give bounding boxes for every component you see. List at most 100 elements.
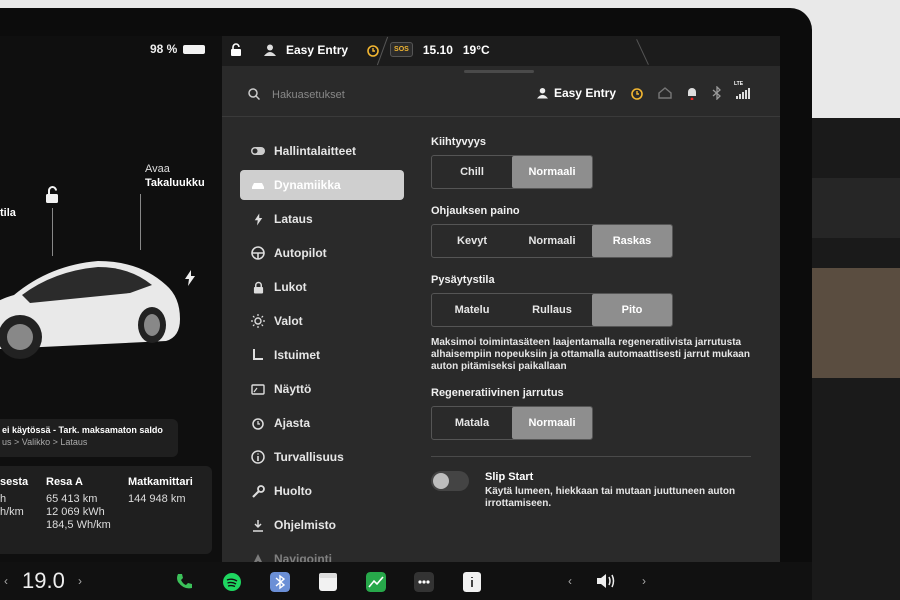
settings-panel: Hakuasetukset Easy Entry LTE Hallintalai… <box>222 66 780 562</box>
steering-wheel-icon <box>250 245 266 261</box>
volume-down-chevron-icon[interactable]: ‹ <box>568 574 572 588</box>
acceleration-option-chill[interactable]: Chill <box>432 156 512 188</box>
slip-start-row: Slip Start Käytä lumeen, hiekkaan tai mu… <box>431 469 761 519</box>
wrench-icon <box>250 483 266 499</box>
spotify-icon[interactable] <box>222 572 242 592</box>
steering-option-normal[interactable]: Normaali <box>512 225 592 257</box>
section-divider <box>431 456 751 457</box>
nav-item-controls[interactable]: Hallintalaitteet <box>240 136 404 166</box>
charging-notice[interactable]: ei käytössä - Tark. maksamaton saldo us … <box>0 419 178 457</box>
nav-item-service[interactable]: Huolto <box>240 476 404 506</box>
homelink-icon[interactable] <box>658 87 672 99</box>
nav-label: Ohjelmisto <box>274 518 337 532</box>
trip-col3-value: 144 948 km <box>128 493 186 505</box>
nav-item-lights[interactable]: Valot <box>240 306 404 336</box>
temperature-setting[interactable]: 19.0 <box>22 568 65 594</box>
steering-option-light[interactable]: Kevyt <box>432 225 512 257</box>
stopping-mode-description: Maksimoi toimintasäteen laajentamalla re… <box>431 337 750 372</box>
regen-braking-selector: Matala Normaali <box>431 406 593 440</box>
settings-search-input[interactable]: Hakuasetukset <box>272 89 345 101</box>
car-panel: 98 % Avaa Takaluukku tila ei käytössä - … <box>0 36 222 562</box>
trip-col2-value: 65 413 km <box>46 493 98 505</box>
battery-status: 98 % <box>150 42 206 56</box>
profile-name[interactable]: Easy Entry <box>286 43 348 57</box>
unlock-icon[interactable] <box>44 186 60 204</box>
slip-start-title: Slip Start <box>485 471 534 483</box>
open-trunk-button[interactable]: Avaa Takaluukku <box>145 162 205 190</box>
manual-icon[interactable] <box>462 572 482 592</box>
search-icon[interactable] <box>248 88 260 100</box>
header-profile-name: Easy Entry <box>553 86 616 100</box>
bluetooth-app-icon[interactable] <box>270 572 290 592</box>
bluetooth-icon[interactable] <box>712 86 722 100</box>
calendar-icon[interactable] <box>318 572 338 592</box>
charge-port-icon[interactable] <box>184 270 196 286</box>
trip-col1-value: h/km <box>0 506 24 518</box>
regen-option-low[interactable]: Matala <box>432 407 512 439</box>
car-icon <box>250 177 266 193</box>
nav-item-seats[interactable]: Istuimet <box>240 340 404 370</box>
header-profile[interactable]: Easy Entry <box>536 86 616 100</box>
seat-icon <box>250 347 266 363</box>
slip-start-description: Käytä lumeen, hiekkaan tai mutaan juuttu… <box>485 486 736 509</box>
steering-option-heavy[interactable]: Raskas <box>592 225 672 257</box>
chevron-left-icon[interactable]: ‹ <box>4 574 8 588</box>
nav-item-display[interactable]: Näyttö <box>240 374 404 404</box>
nav-item-autopilot[interactable]: Autopilot <box>240 238 404 268</box>
stopping-option-creep[interactable]: Matelu <box>432 294 512 326</box>
open-trunk-label-2: Takaluukku <box>145 177 205 189</box>
settings-nav: Hallintalaitteet Dynamiikka Lataus Autop… <box>240 136 404 562</box>
touchscreen: 98 % Avaa Takaluukku tila ei käytössä - … <box>0 36 780 562</box>
car-image <box>0 261 180 359</box>
alarm-clock-icon[interactable] <box>366 43 380 57</box>
lock-status-icon[interactable] <box>230 43 242 56</box>
nav-label: Huolto <box>274 484 312 498</box>
sos-button[interactable]: SOS <box>390 42 413 57</box>
lock-icon <box>250 279 266 295</box>
dashboard-trim <box>812 118 900 600</box>
volume-up-chevron-icon[interactable]: › <box>642 574 646 588</box>
nav-item-schedule[interactable]: Ajasta <box>240 408 404 438</box>
toggle-icon <box>250 143 266 159</box>
alarm-icon <box>250 415 266 431</box>
phone-icon[interactable] <box>174 572 194 592</box>
battery-icon <box>183 44 206 54</box>
slip-start-toggle[interactable] <box>431 471 469 491</box>
profile-icon[interactable] <box>264 44 276 56</box>
energy-app-icon[interactable] <box>366 572 386 592</box>
acceleration-option-normal[interactable]: Normaali <box>512 156 592 188</box>
trip-card[interactable]: sesta h h/km Resa A 65 413 km 12 069 kWh… <box>0 466 212 554</box>
trip-col3-header: Matkamittari <box>128 476 193 488</box>
trip-col2-value: 12 069 kWh <box>46 506 105 518</box>
alarm-clock-icon[interactable] <box>630 86 644 100</box>
battery-percent: 98 % <box>150 42 178 56</box>
nav-item-navigation[interactable]: Navigointi <box>240 544 404 562</box>
nav-item-locks[interactable]: Lukot <box>240 272 404 302</box>
nav-label: Autopilot <box>274 246 327 260</box>
chevron-right-icon[interactable]: › <box>78 574 82 588</box>
nav-item-software[interactable]: Ohjelmisto <box>240 510 404 540</box>
more-apps-icon[interactable] <box>414 572 434 592</box>
open-frunk-button[interactable]: tila <box>0 206 16 220</box>
nav-label: Dynamiikka <box>274 178 341 192</box>
nav-label: Istuimet <box>274 348 321 362</box>
panel-drag-handle[interactable] <box>464 70 534 73</box>
bottom-dock: ‹ 19.0 › ‹ › <box>0 562 812 600</box>
sun-icon <box>250 313 266 329</box>
nav-label: Valot <box>274 314 303 328</box>
nav-item-safety[interactable]: Turvallisuus <box>240 442 404 472</box>
acceleration-selector: Chill Normaali <box>431 155 593 189</box>
regen-option-normal[interactable]: Normaali <box>512 407 592 439</box>
stopping-option-hold[interactable]: Pito <box>592 294 672 326</box>
nav-label: Hallintalaitteet <box>274 144 357 158</box>
stopping-option-roll[interactable]: Rullaus <box>512 294 592 326</box>
notification-bell-icon[interactable] <box>686 86 698 100</box>
lte-label: LTE <box>734 81 744 87</box>
trip-col1-value: h <box>0 493 7 505</box>
nav-label: Näyttö <box>274 382 312 396</box>
volume-icon[interactable] <box>596 572 618 590</box>
nav-item-charging[interactable]: Lataus <box>240 204 404 234</box>
nav-item-dynamics[interactable]: Dynamiikka <box>240 170 404 200</box>
trip-col-a: Resa A 65 413 km 12 069 kWh 184,5 Wh/km <box>46 476 111 532</box>
regen-braking-title: Regeneratiivinen jarrutus <box>431 387 564 399</box>
